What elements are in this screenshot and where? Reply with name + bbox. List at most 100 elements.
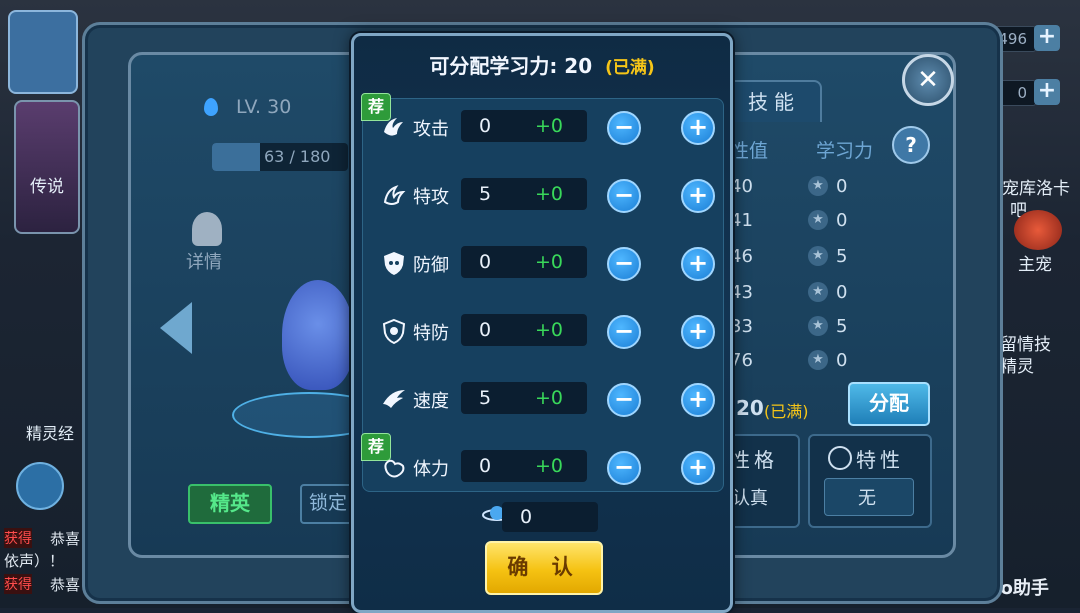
- sp-shield-icon: [382, 318, 406, 344]
- stat-value-row: 43: [730, 282, 753, 303]
- water-type-icon: [204, 98, 218, 116]
- chat-line-2: 依声）！: [4, 552, 65, 570]
- learning-value: 0: [836, 282, 848, 303]
- assign-button[interactable]: 分配: [848, 382, 930, 426]
- stat-row-sp-attack: 特攻 5 +0 − +: [363, 173, 723, 217]
- lock-tab[interactable]: 锁定: [300, 484, 356, 524]
- item-count-box: [502, 502, 598, 532]
- confirm-button-label: 确 认: [507, 555, 581, 579]
- learning-value: 0: [836, 210, 848, 231]
- exp-bar-fill: [212, 143, 260, 171]
- stat-added: +0: [535, 115, 564, 137]
- learning-power-popup: 可分配学习力: 20 (已满) 荐 攻击 0 +0 − + 特攻 5 +0 − …: [351, 33, 733, 613]
- nature-value: 认真: [732, 488, 768, 509]
- sp-attack-icon: [383, 185, 406, 205]
- increase-sp-defense-button[interactable]: +: [681, 315, 715, 349]
- stat-value-row: 40: [730, 176, 753, 197]
- add-resource-button-2[interactable]: +: [1034, 79, 1060, 105]
- help-icon: ?: [905, 133, 917, 157]
- confirm-button[interactable]: 确 认: [485, 541, 603, 595]
- chat-line-1: 恭喜: [50, 530, 81, 548]
- stat-row-sp-defense: 特防 0 +0 − +: [363, 309, 723, 353]
- prev-arrow-icon[interactable]: [160, 302, 192, 354]
- decrease-speed-button[interactable]: −: [607, 383, 641, 417]
- stat-row-attack: 荐 攻击 0 +0 − +: [361, 93, 723, 149]
- assign-button-label: 分配: [869, 391, 909, 415]
- remaining-full-tag: (已满): [764, 402, 809, 421]
- shield-icon: [384, 252, 404, 275]
- stat-label: 特防: [413, 323, 449, 344]
- remaining-points: 20: [736, 396, 764, 420]
- decrease-attack-button[interactable]: −: [607, 111, 641, 145]
- stat-value: 5: [479, 387, 492, 409]
- increase-hp-button[interactable]: +: [681, 451, 715, 485]
- trait-value: 无: [858, 488, 876, 509]
- decrease-sp-defense-button[interactable]: −: [607, 315, 641, 349]
- trait-label: 特性: [856, 448, 904, 472]
- stat-value-box: 5 +0: [461, 382, 587, 414]
- lock-tab-label: 锁定: [308, 492, 347, 514]
- decrease-defense-button[interactable]: −: [607, 247, 641, 281]
- help-button[interactable]: ?: [892, 126, 930, 164]
- stat-value-row: 41: [730, 210, 753, 231]
- stat-label: 特攻: [413, 187, 449, 208]
- elite-tab[interactable]: 精英: [188, 484, 272, 524]
- details-button[interactable]: 详情: [186, 248, 222, 274]
- increase-defense-button[interactable]: +: [681, 247, 715, 281]
- skills-tab-label: 技能: [748, 90, 800, 114]
- increase-attack-button[interactable]: +: [681, 111, 715, 145]
- stat-value: 0: [479, 455, 492, 477]
- stat-value: 0: [479, 319, 492, 341]
- stat-value-box: 0 +0: [461, 450, 587, 482]
- stat-value-box: 5 +0: [461, 178, 587, 210]
- elite-tab-label: 精英: [210, 491, 250, 515]
- stat-label: 攻击: [413, 119, 449, 140]
- main-pet-label[interactable]: 主宠: [1018, 250, 1052, 275]
- stat-added: +0: [535, 387, 564, 409]
- next-round-icon[interactable]: [16, 462, 64, 510]
- pet-sprite: [282, 280, 354, 390]
- heart-icon: [384, 459, 405, 478]
- stat-row-hp: 荐 体力 0 +0 − +: [361, 433, 723, 489]
- learning-value: 0: [836, 350, 848, 371]
- nature-label: 性格: [730, 448, 778, 472]
- details-icon[interactable]: [192, 212, 222, 246]
- add-resource-button[interactable]: +: [1034, 25, 1060, 51]
- stat-value-row: 46: [730, 246, 753, 267]
- side-text-3: 精灵: [1000, 357, 1034, 377]
- main-pet-icon[interactable]: [1014, 210, 1062, 250]
- stat-added: +0: [535, 183, 564, 205]
- increase-sp-attack-button[interactable]: +: [681, 179, 715, 213]
- popup-title-text: 可分配学习力:: [429, 54, 558, 78]
- decrease-sp-attack-button[interactable]: −: [607, 179, 641, 213]
- learning-value: 0: [836, 176, 848, 197]
- star-icon: ★: [808, 176, 828, 196]
- exp-text: 63 / 180: [264, 147, 331, 166]
- stat-value: 5: [479, 183, 492, 205]
- stat-label: 体力: [413, 459, 449, 480]
- star-icon: ★: [808, 282, 828, 302]
- stat-value: 0: [479, 251, 492, 273]
- increase-speed-button[interactable]: +: [681, 383, 715, 417]
- col-learning-header: 学习力: [816, 140, 874, 162]
- avatar[interactable]: [8, 10, 78, 94]
- stat-label: 速度: [413, 391, 449, 412]
- close-panel-button[interactable]: ✕: [902, 54, 954, 106]
- stat-added: +0: [535, 455, 564, 477]
- popup-title: 可分配学习力: 20 (已满): [354, 50, 730, 79]
- popup-full-tag: (已满): [605, 58, 655, 78]
- trait-icon: [828, 446, 852, 470]
- elite-exp-label: 精灵经: [26, 424, 75, 443]
- learning-value: 5: [836, 316, 848, 337]
- stat-added: +0: [535, 319, 564, 341]
- stat-value-box: 0 +0: [461, 110, 587, 142]
- stat-value-box: 0 +0: [461, 314, 587, 346]
- chat-line-3: 恭喜: [50, 576, 81, 594]
- skills-tab[interactable]: 技能: [726, 80, 822, 122]
- stat-row-defense: 防御 0 +0 − +: [363, 241, 723, 285]
- stat-rows-panel: 荐 攻击 0 +0 − + 特攻 5 +0 − + 防御 0 +0 − + 特防…: [361, 93, 724, 492]
- stat-value-row: 33: [730, 316, 753, 337]
- pet-card-left[interactable]: [14, 100, 80, 234]
- legend-label: 传说: [30, 177, 64, 197]
- decrease-hp-button[interactable]: −: [607, 451, 641, 485]
